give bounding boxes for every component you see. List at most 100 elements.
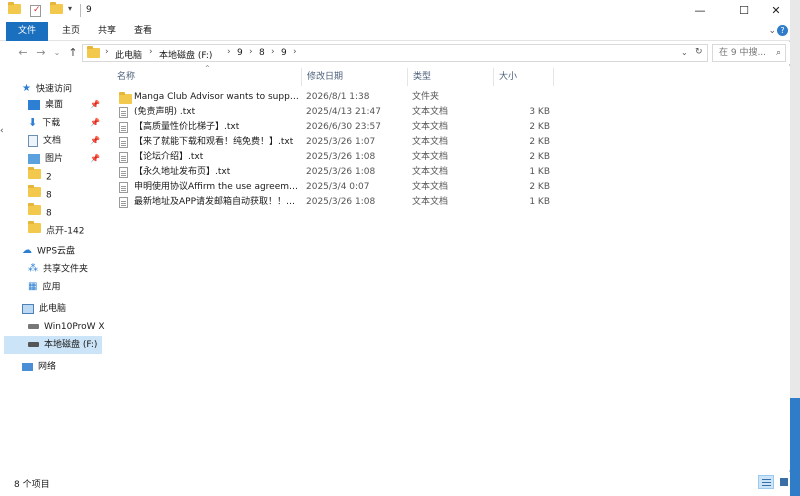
file-row[interactable]: 【论坛介绍】.txt 2025/3/26 1:08 文本文档 2 KB — [116, 150, 556, 165]
close-icon[interactable]: ✕ — [758, 0, 794, 22]
file-row[interactable]: 【永久地址发布页】.txt 2025/3/26 1:08 文本文档 1 KB — [116, 165, 556, 180]
item-count: 8 个项目 — [14, 480, 50, 490]
column-header-type[interactable]: 类型 — [408, 68, 494, 86]
sidebar-item-desktop[interactable]: 桌面 📌 — [28, 96, 104, 114]
address-bar[interactable]: › 此电脑 › 本地磁盘 (F:) › 9 › 8 › 9 › ⌄ ↻ — [82, 44, 708, 62]
tab-file[interactable]: 文件 — [6, 22, 48, 41]
folder-icon — [28, 185, 41, 204]
sidebar-item-label: WPS云盘 — [37, 246, 76, 257]
sidebar-item-label: 文档 — [43, 136, 62, 146]
file-type: 文本文档 — [412, 107, 449, 117]
expand-ribbon-icon[interactable]: ⌄ — [768, 26, 776, 36]
back-arrow-icon[interactable]: ← — [16, 46, 30, 59]
pin-icon[interactable]: 📌 — [90, 114, 100, 132]
quick-access-dropdown-icon[interactable]: ▾ — [68, 4, 72, 18]
file-size: 1 KB — [529, 167, 550, 177]
forward-arrow-icon[interactable]: → — [34, 46, 48, 59]
help-icon[interactable]: ? — [777, 25, 788, 36]
status-bar: 8 个项目 — [0, 472, 790, 496]
file-name: (免责声明) .txt — [134, 107, 196, 117]
file-row[interactable]: 最新地址及APP请发邮箱自动获取！！！... 2025/3/26 1:08 文本文档… — [116, 195, 556, 210]
chevron-right-icon[interactable]: › — [105, 47, 109, 57]
file-row[interactable]: 【高质量性价比梯子】.txt 2026/6/30 23:57 文本文档 2 KB — [116, 120, 556, 135]
sidebar-item-label: 下载 — [42, 118, 61, 129]
minimize-icon[interactable]: — — [682, 0, 718, 22]
title-divider — [80, 4, 81, 17]
column-header-date[interactable]: 修改日期 — [302, 68, 408, 86]
up-arrow-icon[interactable]: ↑ — [66, 46, 80, 59]
search-box[interactable]: ⌕ — [712, 44, 786, 62]
file-size: 3 KB — [529, 107, 550, 117]
sidebar-item-folder-8a[interactable]: 8 — [28, 185, 104, 204]
sidebar-item-folder-2[interactable]: 2 — [28, 167, 104, 186]
search-input[interactable] — [713, 45, 773, 61]
properties-icon[interactable]: ✓ — [30, 5, 41, 17]
new-folder-icon[interactable] — [50, 2, 63, 18]
window-title: 9 — [86, 5, 92, 15]
file-name: 【永久地址发布页】.txt — [134, 167, 231, 177]
sidebar-this-pc[interactable]: 此电脑 — [22, 300, 122, 318]
file-row[interactable]: (免责声明) .txt 2025/4/13 21:47 文本文档 3 KB — [116, 105, 556, 120]
sidebar-item-label: 桌面 — [45, 100, 64, 110]
column-header-size[interactable]: 大小 — [494, 68, 554, 86]
file-row[interactable]: 申明使用协议Affirm the use agreemen... 2025/3/4… — [116, 180, 556, 195]
sidebar-item-label: 网络 — [38, 362, 57, 372]
column-header-name[interactable]: 名称 — [112, 68, 302, 86]
file-row[interactable]: 【来了就能下载和观看！纯免费！】.txt 2025/3/26 1:07 文本文档 2 … — [116, 135, 556, 150]
sidebar-network[interactable]: 网络 — [22, 358, 122, 376]
breadcrumb-folder-8[interactable]: 8 — [259, 48, 265, 58]
search-icon[interactable]: ⌕ — [776, 48, 781, 58]
chevron-right-icon[interactable]: › — [293, 47, 297, 57]
sidebar-item-documents[interactable]: 文档 📌 — [28, 132, 104, 150]
folder-row[interactable]: Manga Club Advisor wants to suppo... 2026… — [116, 90, 556, 105]
sidebar-item-label: 快速访问 — [35, 84, 72, 95]
refresh-icon[interactable]: ↻ — [695, 47, 703, 57]
breadcrumb-drive-f[interactable]: 本地磁盘 (F:) — [159, 48, 212, 61]
file-type: 文本文档 — [412, 167, 449, 177]
explorer-window: ✓ ▾ 9 — ☐ ✕ 文件 主页 共享 查看 ⌄ ? ← → ⌄ ↑ › 此电… — [0, 0, 790, 496]
sidebar-wps-cloud[interactable]: ☁ WPS云盘 — [22, 242, 122, 260]
maximize-icon[interactable]: ☐ — [726, 0, 762, 22]
drive-icon — [28, 324, 39, 329]
breadcrumb-folder-9[interactable]: 9 — [237, 48, 243, 58]
address-dropdown-icon[interactable]: ⌄ — [681, 48, 688, 57]
navigation-pane: ★ 快速访问 桌面 📌 ⬇ 下载 📌 文档 📌 图片 📌 2 8 8 点开-142 — [0, 66, 108, 470]
desktop-icon — [28, 99, 40, 110]
file-date: 2026/8/1 1:38 — [306, 92, 370, 102]
sidebar-item-pictures[interactable]: 图片 📌 — [28, 150, 104, 168]
ribbon-tabs: 文件 主页 共享 查看 ⌄ ? — [0, 22, 790, 41]
sidebar-item-downloads[interactable]: ⬇ 下载 📌 — [28, 114, 104, 132]
text-file-icon — [119, 107, 128, 118]
recent-dropdown-icon[interactable]: ⌄ — [50, 48, 64, 57]
chevron-left-icon[interactable]: ‹ — [0, 126, 4, 138]
details-view-button[interactable] — [758, 475, 774, 489]
breadcrumb-folder-9-current[interactable]: 9 — [281, 48, 287, 58]
sidebar-item-shared-folder[interactable]: ⁂ 共享文件夹 — [28, 260, 104, 278]
chevron-right-icon[interactable]: › — [227, 47, 231, 57]
sidebar-item-folder-142[interactable]: 点开-142 — [28, 221, 104, 240]
sidebar-item-drive-c[interactable]: Win10ProW X — [28, 318, 105, 336]
file-date: 2025/3/26 1:08 — [306, 167, 376, 177]
title-bar: ✓ ▾ 9 — ☐ ✕ — [0, 0, 790, 22]
pin-icon[interactable]: 📌 — [90, 96, 100, 114]
sidebar-item-folder-8b[interactable]: 8 — [28, 203, 104, 222]
address-folder-icon — [87, 46, 100, 61]
tab-view[interactable]: 查看 — [124, 22, 162, 41]
file-size: 2 KB — [529, 137, 550, 147]
pin-icon[interactable]: 📌 — [90, 150, 100, 168]
tab-share[interactable]: 共享 — [88, 22, 126, 41]
breadcrumb-this-pc[interactable]: 此电脑 — [115, 48, 142, 61]
sidebar-item-label: 应用 — [42, 282, 61, 293]
chevron-right-icon[interactable]: › — [249, 47, 253, 57]
sidebar-item-label: 图片 — [45, 154, 64, 164]
sidebar-item-apps[interactable]: ▦ 应用 — [28, 278, 104, 296]
file-date: 2025/3/26 1:07 — [306, 137, 376, 147]
sidebar-item-drive-f[interactable]: 本地磁盘 (F:) — [4, 336, 102, 354]
file-name: 【来了就能下载和观看！纯免费！】.txt — [134, 137, 294, 147]
download-arrow-icon: ⬇ — [28, 116, 38, 129]
chevron-right-icon[interactable]: › — [271, 47, 275, 57]
chevron-right-icon[interactable]: › — [149, 47, 153, 57]
tab-home[interactable]: 主页 — [52, 22, 90, 41]
file-name: 最新地址及APP请发邮箱自动获取！！！... — [134, 197, 302, 207]
pin-icon[interactable]: 📌 — [90, 132, 100, 150]
